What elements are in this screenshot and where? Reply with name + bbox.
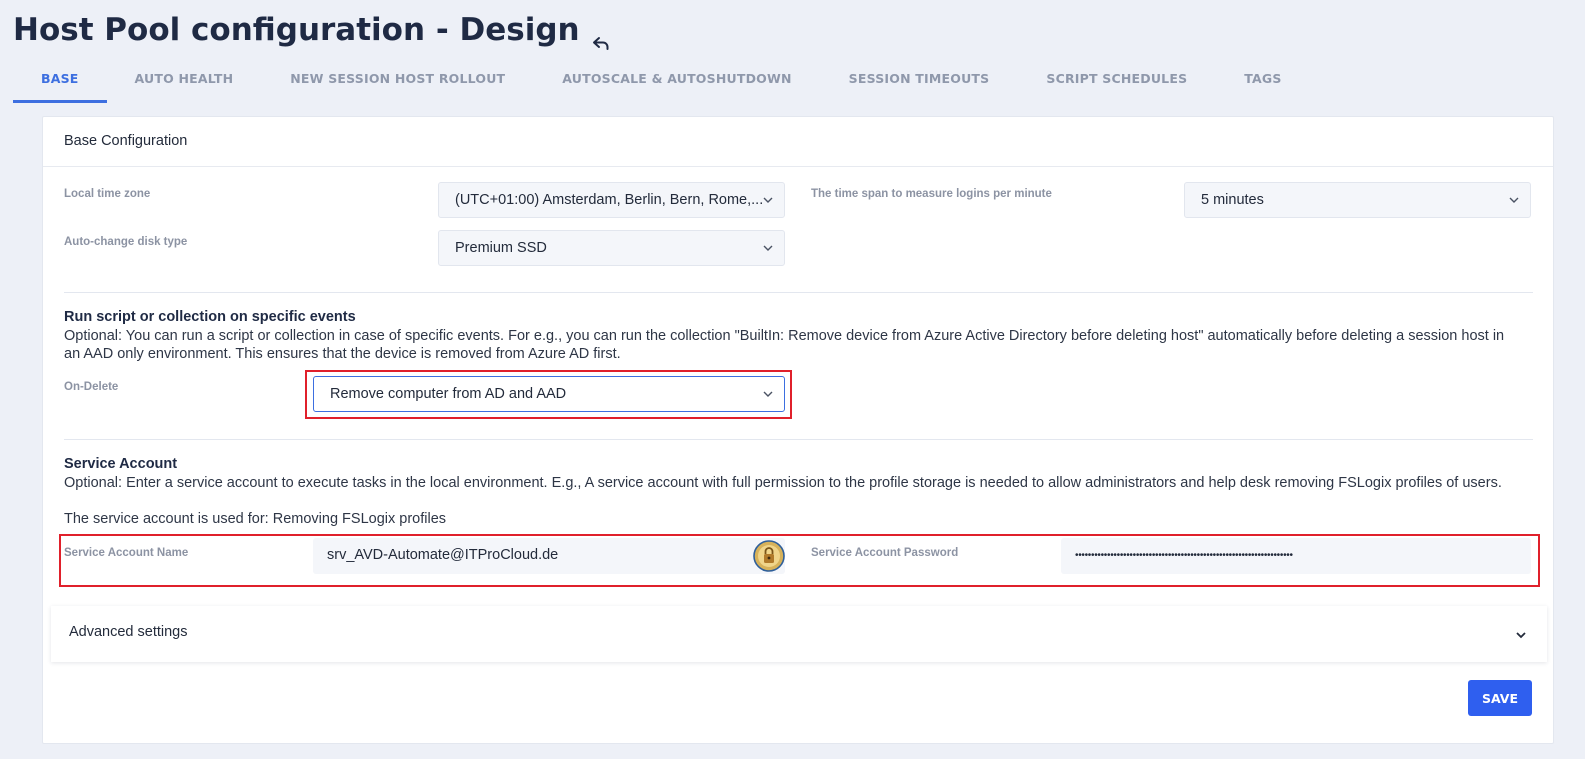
chevron-down-icon: [763, 197, 773, 203]
page-title-text: Host Pool configuration - Design: [13, 12, 580, 48]
chevron-down-icon: [1509, 197, 1519, 203]
local-time-zone-select[interactable]: (UTC+01:00) Amsterdam, Berlin, Bern, Rom…: [438, 182, 785, 218]
disk-type-select[interactable]: Premium SSD: [438, 230, 785, 266]
service-account-name-label: Service Account Name: [64, 547, 189, 559]
time-span-value: 5 minutes: [1201, 192, 1264, 208]
chevron-down-icon: [763, 245, 773, 251]
key-lock-icon[interactable]: [753, 540, 785, 572]
divider: [64, 439, 1533, 440]
undo-icon[interactable]: [592, 24, 610, 50]
page-title: Host Pool configuration - Design: [13, 12, 610, 50]
time-span-label: The time span to measure logins per minu…: [811, 188, 1052, 200]
advanced-settings-label: Advanced settings: [69, 624, 188, 640]
service-account-password-label: Service Account Password: [811, 547, 959, 559]
advanced-settings-expander[interactable]: Advanced settings: [51, 606, 1547, 662]
time-span-select[interactable]: 5 minutes: [1184, 182, 1531, 218]
service-account-password-input[interactable]: ••••••••••••••••••••••••••••••••••••••••…: [1061, 538, 1531, 574]
tab-auto-health[interactable]: AUTO HEALTH: [135, 62, 234, 103]
tab-script-schedules[interactable]: SCRIPT SCHEDULES: [1046, 62, 1187, 103]
card-header: Base Configuration: [43, 117, 1553, 167]
tab-autoscale-autoshutdown[interactable]: AUTOSCALE & AUTOSHUTDOWN: [562, 62, 791, 103]
on-delete-label: On-Delete: [64, 381, 119, 393]
service-account-description: Optional: Enter a service account to exe…: [64, 475, 1502, 491]
disk-type-label: Auto-change disk type: [64, 236, 188, 248]
events-title: Run script or collection on specific eve…: [64, 309, 356, 325]
events-description: Optional: You can run a script or collec…: [64, 328, 1505, 362]
tab-session-timeouts[interactable]: SESSION TIMEOUTS: [849, 62, 990, 103]
service-account-name-value: srv_AVD-Automate@ITProCloud.de: [327, 547, 559, 563]
tab-bar: BASE AUTO HEALTH NEW SESSION HOST ROLLOU…: [13, 62, 1339, 104]
service-account-name-input[interactable]: srv_AVD-Automate@ITProCloud.de: [313, 538, 785, 574]
chevron-down-icon: [763, 391, 773, 397]
service-account-password-value: ••••••••••••••••••••••••••••••••••••••••…: [1075, 550, 1293, 561]
tab-base[interactable]: BASE: [13, 62, 107, 103]
local-time-zone-label: Local time zone: [64, 188, 151, 200]
tab-tags[interactable]: TAGS: [1244, 62, 1281, 103]
disk-type-value: Premium SSD: [455, 240, 547, 256]
service-account-used-for: The service account is used for: Removin…: [64, 511, 447, 527]
local-time-zone-value: (UTC+01:00) Amsterdam, Berlin, Bern, Rom…: [455, 192, 764, 208]
divider: [64, 292, 1533, 293]
save-button[interactable]: SAVE: [1468, 680, 1532, 716]
tab-new-session-host-rollout[interactable]: NEW SESSION HOST ROLLOUT: [290, 62, 505, 103]
service-account-title: Service Account: [64, 456, 178, 472]
base-configuration-card: Base Configuration Local time zone (UTC+…: [42, 116, 1554, 744]
on-delete-value: Remove computer from AD and AAD: [330, 386, 567, 402]
on-delete-select[interactable]: Remove computer from AD and AAD: [313, 376, 785, 412]
chevron-down-icon: [1516, 632, 1526, 639]
